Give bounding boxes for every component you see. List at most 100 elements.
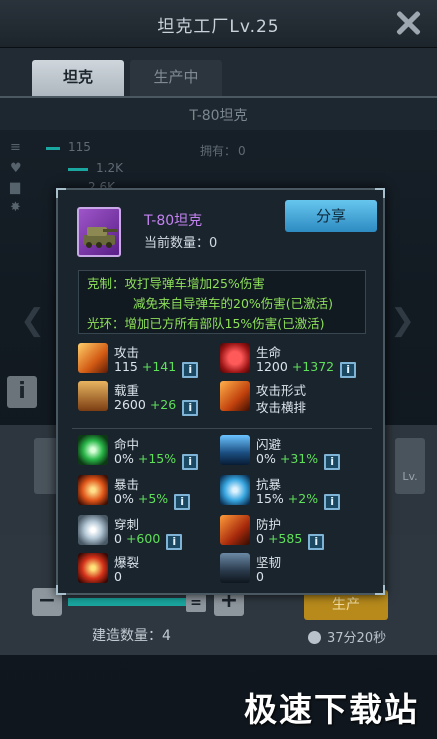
lock-level-label: Lv. xyxy=(402,470,418,483)
stat-bar xyxy=(46,147,60,150)
stat-value: 0 xyxy=(256,569,264,584)
share-button[interactable]: 分享 xyxy=(285,200,377,232)
tab-in-production[interactable]: 生产中 xyxy=(130,60,222,96)
info-icon[interactable]: i xyxy=(182,454,199,470)
prev-arrow-icon[interactable]: ❮ xyxy=(20,303,45,338)
stat-value: 攻击横排 xyxy=(256,397,306,416)
header: 坦克工厂Lv.25 xyxy=(0,0,437,48)
stat-value: 0% +5% i xyxy=(114,491,191,510)
current-qty-value: 0 xyxy=(209,236,218,251)
popup-corner xyxy=(375,585,385,595)
stat-defense: 防护 0 +585 i xyxy=(220,513,370,550)
info-icon[interactable]: i xyxy=(182,362,199,378)
stat-base: 15% xyxy=(256,491,284,506)
crit-icon xyxy=(78,475,108,505)
popup-corner xyxy=(375,188,385,198)
tank-name: T-80坦克 xyxy=(144,213,203,229)
watermark: 极速下载站 xyxy=(244,690,419,729)
info-icon[interactable]: i xyxy=(308,534,325,550)
info-icon[interactable]: i xyxy=(340,362,357,378)
stat-bonus: +31% xyxy=(279,451,319,466)
stat-base: 1200 xyxy=(256,359,288,374)
anti-crit-icon xyxy=(220,475,250,505)
stat-base: 115 xyxy=(114,359,138,374)
current-quantity: 当前数量：0 xyxy=(144,232,217,251)
effect-line: 减免来自导弹车的20%伤害(已激活) xyxy=(133,296,334,311)
bg-stat-value: 1.2K xyxy=(96,161,123,175)
clock-icon xyxy=(308,631,321,644)
popup-corner xyxy=(56,188,66,198)
tab-bar: 坦克 生产中 xyxy=(0,48,437,96)
stat-bonus: +585 xyxy=(267,531,303,546)
pierce-icon xyxy=(78,515,108,545)
stat-base: 0% xyxy=(256,451,276,466)
stat-anti-crit: 抗暴 15% +2% i xyxy=(220,473,370,510)
stat-value: 0 +585 i xyxy=(256,531,325,550)
stat-value: 0% +31% i xyxy=(256,451,341,470)
tank-slot[interactable] xyxy=(34,438,58,494)
build-count-value: 4 xyxy=(162,628,171,644)
defense-icon xyxy=(220,515,250,545)
stat-bonus: +15% xyxy=(137,451,177,466)
life-icon xyxy=(220,343,250,373)
owned-value: 0 xyxy=(238,144,246,158)
stat-base: 0 xyxy=(114,531,122,546)
build-timer: 37分20秒 xyxy=(308,627,386,646)
heart-icon: ♥ xyxy=(10,161,22,176)
info-icon[interactable]: i xyxy=(166,534,183,550)
stat-base: 0 xyxy=(256,569,264,584)
stat-base: 0% xyxy=(114,491,134,506)
stat-life: 生命 1200 +1372 i xyxy=(220,341,370,378)
stat-value: 15% +2% i xyxy=(256,491,341,510)
info-icon[interactable]: i xyxy=(324,494,341,510)
stat-dodge: 闪避 0% +31% i xyxy=(220,433,370,470)
stat-bonus: +141 xyxy=(141,359,177,374)
divider xyxy=(72,428,372,429)
stat-base: 0% xyxy=(114,451,134,466)
dodge-icon xyxy=(220,435,250,465)
stat-value: 0% +15% i xyxy=(114,451,199,470)
info-icon[interactable]: i xyxy=(324,454,341,470)
timer-value: 37分20秒 xyxy=(327,631,387,646)
bg-stat-value: 115 xyxy=(68,140,91,154)
attack-form-icon xyxy=(220,381,250,411)
stat-attack: 攻击 115 +141 i xyxy=(78,341,228,378)
stat-attack-form: 攻击形式 攻击横排 xyxy=(220,379,370,415)
attack-form-icon: ✸ xyxy=(10,200,21,215)
hit-icon xyxy=(78,435,108,465)
quantity-slider[interactable] xyxy=(68,598,186,606)
subheader: T-80坦克 xyxy=(0,96,437,130)
stat-value: 115 +141 i xyxy=(114,359,199,378)
effect-line: 光环：增加已方所有部队15%伤害(已激活) xyxy=(87,316,325,331)
stat-base: 0 xyxy=(114,569,122,584)
tough-icon xyxy=(220,553,250,583)
tab-tanks[interactable]: 坦克 xyxy=(32,60,124,96)
subheader-title: T-80坦克 xyxy=(189,108,248,124)
next-arrow-icon[interactable]: ❯ xyxy=(390,303,415,338)
stat-hit: 命中 0% +15% i xyxy=(78,433,228,470)
close-icon[interactable] xyxy=(393,8,423,38)
stat-bonus: +5% xyxy=(137,491,169,506)
load-icon xyxy=(78,381,108,411)
attack-icon xyxy=(78,343,108,373)
build-count-label: 建造数量： xyxy=(92,628,162,644)
info-icon[interactable]: i xyxy=(174,494,191,510)
info-icon[interactable]: i xyxy=(7,376,37,408)
max-button[interactable]: = xyxy=(186,594,206,612)
owned-label: 拥有： xyxy=(200,144,237,158)
stat-crit: 暴击 0% +5% i xyxy=(78,473,228,510)
header-title: 坦克工厂Lv.25 xyxy=(157,17,280,37)
stat-value: 0 xyxy=(114,569,122,584)
locked-slot[interactable]: Lv. xyxy=(395,438,425,494)
stat-bonus: +1372 xyxy=(291,359,335,374)
effect-line: 克制：攻打导弹车增加25%伤害 xyxy=(87,276,265,291)
stat-burst: 爆裂 0 xyxy=(78,551,228,587)
stat-base: 攻击横排 xyxy=(256,400,307,415)
stat-bonus: +2% xyxy=(287,491,319,506)
attack-icon: ≡ xyxy=(10,140,21,155)
stat-value: 1200 +1372 i xyxy=(256,359,357,378)
popup-corner xyxy=(56,585,66,595)
effects-box: 克制：攻打导弹车增加25%伤害 减免来自导弹车的20%伤害(已激活) 光环：增加… xyxy=(78,270,366,334)
info-icon[interactable]: i xyxy=(182,400,199,416)
stat-bonus: +600 xyxy=(125,531,161,546)
